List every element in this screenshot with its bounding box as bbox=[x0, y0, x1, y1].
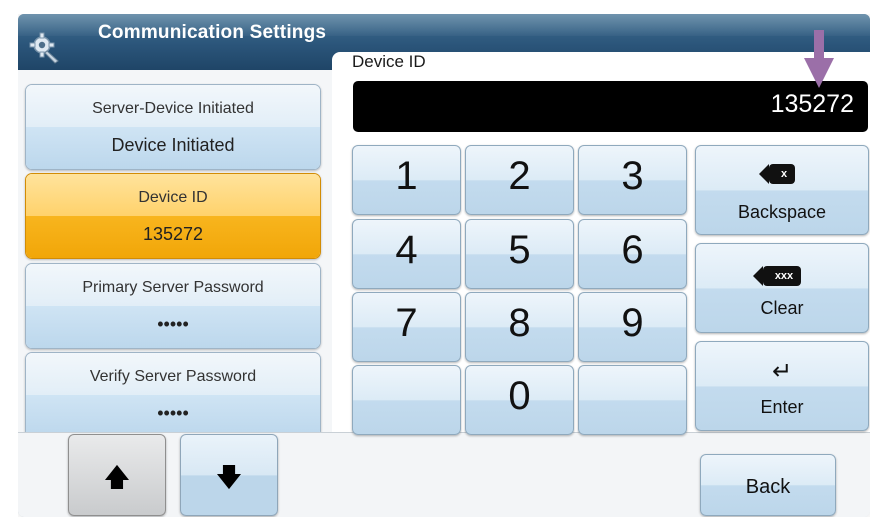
key-digit: 1 bbox=[395, 154, 418, 198]
page-title: Communication Settings bbox=[98, 22, 327, 43]
key-7[interactable]: 7 bbox=[352, 292, 461, 362]
bezel-bottom bbox=[0, 517, 882, 525]
setting-verify-server-password[interactable]: Verify Server Password ••••• bbox=[25, 352, 321, 438]
backspace-icon-text: x bbox=[758, 164, 796, 184]
key-digit: 6 bbox=[621, 228, 644, 272]
clear-icon-text: xxx bbox=[752, 266, 802, 286]
key-0[interactable]: 0 bbox=[465, 365, 574, 435]
key-blank-left[interactable] bbox=[352, 365, 461, 435]
key-digit: 5 bbox=[508, 228, 531, 272]
backspace-label: Backspace bbox=[737, 202, 827, 222]
scroll-down-button[interactable]: 🡇 bbox=[180, 434, 278, 516]
key-digit: 3 bbox=[621, 154, 644, 198]
key-digit: 8 bbox=[508, 301, 531, 345]
key-digit: 0 bbox=[508, 374, 531, 418]
key-3[interactable]: 3 bbox=[578, 145, 687, 215]
device-frame: Communication Settings Device ID 135272 … bbox=[0, 0, 882, 525]
touch-screen: Communication Settings Device ID 135272 … bbox=[18, 14, 870, 517]
key-5[interactable]: 5 bbox=[465, 219, 574, 289]
setting-name: Primary Server Password bbox=[82, 279, 264, 296]
key-blank-right[interactable] bbox=[578, 365, 687, 435]
enter-icon: ↵ bbox=[771, 358, 793, 385]
bezel-top bbox=[0, 0, 882, 14]
scroll-up-button[interactable]: 🡅 bbox=[68, 434, 166, 516]
enter-button[interactable]: ↵ Enter bbox=[695, 341, 869, 431]
setting-server-device-initiated[interactable]: Server-Device Initiated Device Initiated bbox=[25, 84, 321, 170]
device-id-label: Device ID bbox=[352, 52, 426, 71]
clear-label: Clear bbox=[760, 298, 804, 318]
clear-button[interactable]: xxx Clear bbox=[695, 243, 869, 333]
bezel-right bbox=[870, 0, 882, 525]
setting-value: ••••• bbox=[157, 314, 189, 334]
annotation-arrow-icon bbox=[804, 30, 834, 88]
clear-icon: xxx bbox=[696, 266, 868, 286]
arrow-up-icon: 🡅 bbox=[103, 462, 131, 492]
setting-value: ••••• bbox=[157, 403, 189, 423]
gear-wrench-icon bbox=[29, 32, 59, 64]
key-digit: 7 bbox=[395, 301, 418, 345]
key-digit: 9 bbox=[621, 301, 644, 345]
arrow-down-icon: 🡇 bbox=[215, 462, 243, 492]
setting-value: Device Initiated bbox=[111, 135, 235, 155]
back-label: Back bbox=[745, 476, 791, 498]
setting-device-id[interactable]: Device ID 135272 bbox=[25, 173, 321, 259]
key-1[interactable]: 1 bbox=[352, 145, 461, 215]
setting-name: Device ID bbox=[138, 189, 208, 206]
setting-name: Server-Device Initiated bbox=[92, 100, 254, 117]
backspace-icon: x bbox=[696, 164, 868, 184]
device-id-value: 135272 bbox=[770, 90, 854, 118]
key-9[interactable]: 9 bbox=[578, 292, 687, 362]
backspace-button[interactable]: x Backspace bbox=[695, 145, 869, 235]
bezel-left bbox=[0, 0, 18, 525]
device-id-display[interactable]: 135272 bbox=[353, 81, 868, 132]
key-4[interactable]: 4 bbox=[352, 219, 461, 289]
key-2[interactable]: 2 bbox=[465, 145, 574, 215]
setting-name: Verify Server Password bbox=[89, 368, 257, 385]
key-6[interactable]: 6 bbox=[578, 219, 687, 289]
setting-primary-server-password[interactable]: Primary Server Password ••••• bbox=[25, 263, 321, 349]
key-8[interactable]: 8 bbox=[465, 292, 574, 362]
enter-label: Enter bbox=[760, 397, 804, 417]
key-digit: 2 bbox=[508, 154, 531, 198]
setting-value: 135272 bbox=[142, 224, 204, 244]
back-button[interactable]: Back bbox=[700, 454, 836, 516]
key-digit: 4 bbox=[395, 228, 418, 272]
